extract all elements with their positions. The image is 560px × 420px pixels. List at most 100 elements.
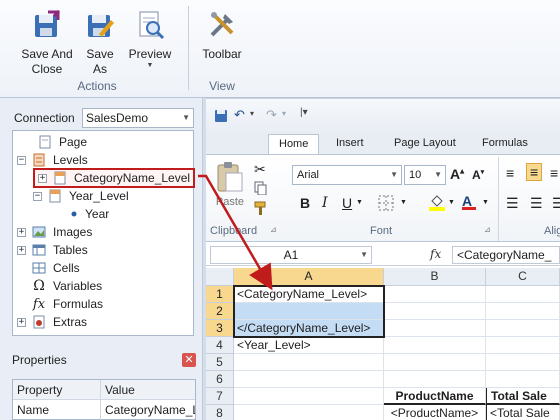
cell-a4[interactable]: <Year_Level> [234, 337, 384, 354]
grow-font-icon[interactable]: A▴ [450, 166, 464, 182]
undo-icon[interactable]: ↶ [234, 107, 245, 123]
cell-c5[interactable] [486, 354, 560, 371]
align-top-icon[interactable]: ≡ [506, 165, 514, 181]
table-row[interactable]: Name CategoryName_L [13, 400, 195, 420]
chevron-down-icon[interactable]: ▼ [356, 199, 363, 206]
cell-a6[interactable] [234, 371, 384, 388]
italic-icon[interactable]: I [322, 195, 328, 211]
underline-icon[interactable]: U [342, 195, 352, 211]
row-header-8[interactable]: 8 [206, 405, 234, 420]
tree-item-levels[interactable]: − Levels [17, 151, 88, 169]
tree-item-variables[interactable]: Ω Variables [31, 277, 102, 295]
cell-c6[interactable] [486, 371, 560, 388]
row-header-2[interactable]: 2 [206, 303, 234, 320]
fx-icon[interactable]: fx [430, 247, 441, 261]
cell-c1[interactable] [486, 286, 560, 303]
cell-a5[interactable] [234, 354, 384, 371]
worksheet-grid[interactable]: A B C 1 2 3 4 5 6 7 8 <CategoryName_Leve… [206, 268, 560, 420]
row-header-7[interactable]: 7 [206, 388, 234, 405]
tree-item-tables[interactable]: + Tables [17, 241, 88, 259]
formula-input[interactable]: <CategoryName_ [452, 246, 560, 264]
column-header-a[interactable]: A [234, 268, 384, 286]
save-as-button[interactable]: Save As [82, 8, 118, 77]
close-icon[interactable]: ✕ [182, 353, 196, 367]
bold-icon[interactable]: B [300, 195, 310, 211]
row-header-5[interactable]: 5 [206, 354, 234, 371]
chevron-down-icon[interactable]: ▾ [250, 109, 254, 118]
collapse-icon[interactable]: − [33, 191, 42, 201]
chevron-down-icon[interactable]: ▼ [400, 199, 407, 206]
toolbar-button[interactable]: Toolbar [197, 8, 247, 62]
chevron-down-icon[interactable]: ▼ [482, 199, 489, 206]
collapse-icon[interactable]: − [17, 155, 26, 165]
paste-button[interactable]: Paste [214, 161, 246, 208]
cell-b2[interactable] [384, 303, 486, 320]
format-painter-icon[interactable] [254, 201, 268, 218]
cell-c4[interactable] [486, 337, 560, 354]
tab-insert[interactable]: Insert [326, 134, 374, 154]
shrink-font-icon[interactable]: A▾ [472, 168, 484, 182]
cell-b1[interactable] [384, 286, 486, 303]
tree-item-year[interactable]: Year [69, 205, 109, 223]
tree-item-formulas[interactable]: fx Formulas [31, 295, 103, 313]
cell-a8[interactable] [234, 405, 384, 420]
expand-icon[interactable]: + [17, 227, 26, 237]
cell-a7[interactable] [234, 388, 384, 405]
cell-b4[interactable] [384, 337, 486, 354]
expand-icon[interactable]: + [38, 173, 47, 183]
cell-b3[interactable] [384, 320, 486, 337]
expand-icon[interactable]: + [17, 245, 26, 255]
tree-item-year-level[interactable]: − Year_Level [33, 187, 129, 205]
copy-icon[interactable] [254, 181, 268, 198]
cell-c2[interactable] [486, 303, 560, 320]
save-and-close-button[interactable]: Save And Close [18, 8, 76, 77]
expand-icon[interactable]: + [17, 317, 26, 327]
dialog-launcher-icon[interactable]: ⊿ [270, 225, 277, 234]
column-header-b[interactable]: B [384, 268, 486, 286]
tree-item-extras[interactable]: + Extras [17, 313, 87, 331]
tab-page-layout[interactable]: Page Layout [384, 134, 466, 154]
align-bottom-icon[interactable]: ≡ [550, 165, 558, 181]
save-icon[interactable] [214, 109, 228, 126]
row-header-4[interactable]: 4 [206, 337, 234, 354]
chevron-down-icon[interactable]: ▼ [448, 199, 455, 206]
name-box[interactable]: A1 ▼ [210, 246, 372, 264]
connection-select[interactable]: SalesDemo ▼ [82, 108, 194, 128]
tab-formulas[interactable]: Formulas [472, 134, 538, 154]
tree-item-cells[interactable]: Cells [31, 259, 80, 277]
borders-icon[interactable] [378, 195, 394, 214]
font-color-icon[interactable]: A [462, 193, 476, 210]
row-header-6[interactable]: 6 [206, 371, 234, 388]
font-size-select[interactable]: 10 ▼ [404, 165, 446, 185]
row-header-1[interactable]: 1 [206, 286, 234, 303]
ribbon-separator [188, 6, 189, 90]
cell-b8[interactable]: <ProductName> [384, 405, 486, 420]
tree-item-images[interactable]: + Images [17, 223, 92, 241]
align-right-icon[interactable]: ☰ [552, 195, 560, 212]
cut-icon[interactable]: ✂ [254, 161, 266, 178]
select-all-corner[interactable] [206, 268, 234, 286]
cell-c3[interactable] [486, 320, 560, 337]
align-center-icon[interactable]: ☰ [530, 195, 543, 212]
cell-c7[interactable]: Total Sale [486, 388, 560, 405]
dialog-launcher-icon[interactable]: ⊿ [484, 225, 491, 234]
cell-b7[interactable]: ProductName [384, 388, 486, 405]
cell-c8[interactable]: <Total Sale [486, 405, 560, 420]
properties-grid[interactable]: Property Value Name CategoryName_L [12, 379, 196, 420]
preview-button[interactable]: Preview ▼ [124, 8, 176, 70]
fill-color-icon[interactable] [428, 193, 446, 214]
property-value-cell[interactable]: CategoryName_L [101, 400, 195, 420]
align-middle-icon[interactable]: ≡ [526, 163, 543, 181]
row-header-3[interactable]: 3 [206, 320, 234, 337]
cell-b5[interactable] [384, 354, 486, 371]
font-name-select[interactable]: Arial ▼ [292, 165, 402, 185]
levels-icon [31, 152, 47, 168]
align-left-icon[interactable]: ☰ [506, 195, 519, 212]
tab-home[interactable]: Home [268, 134, 320, 154]
template-tree[interactable]: Page − Levels + CategoryName_Level − Yea… [12, 130, 196, 336]
column-header-c[interactable]: C [486, 268, 560, 286]
tree-item-page[interactable]: Page [23, 133, 87, 151]
tree-item-categoryname-level[interactable]: + CategoryName_Level [33, 168, 196, 188]
customize-toolbar-icon[interactable]: |▾ [300, 107, 308, 118]
cell-b6[interactable] [384, 371, 486, 388]
